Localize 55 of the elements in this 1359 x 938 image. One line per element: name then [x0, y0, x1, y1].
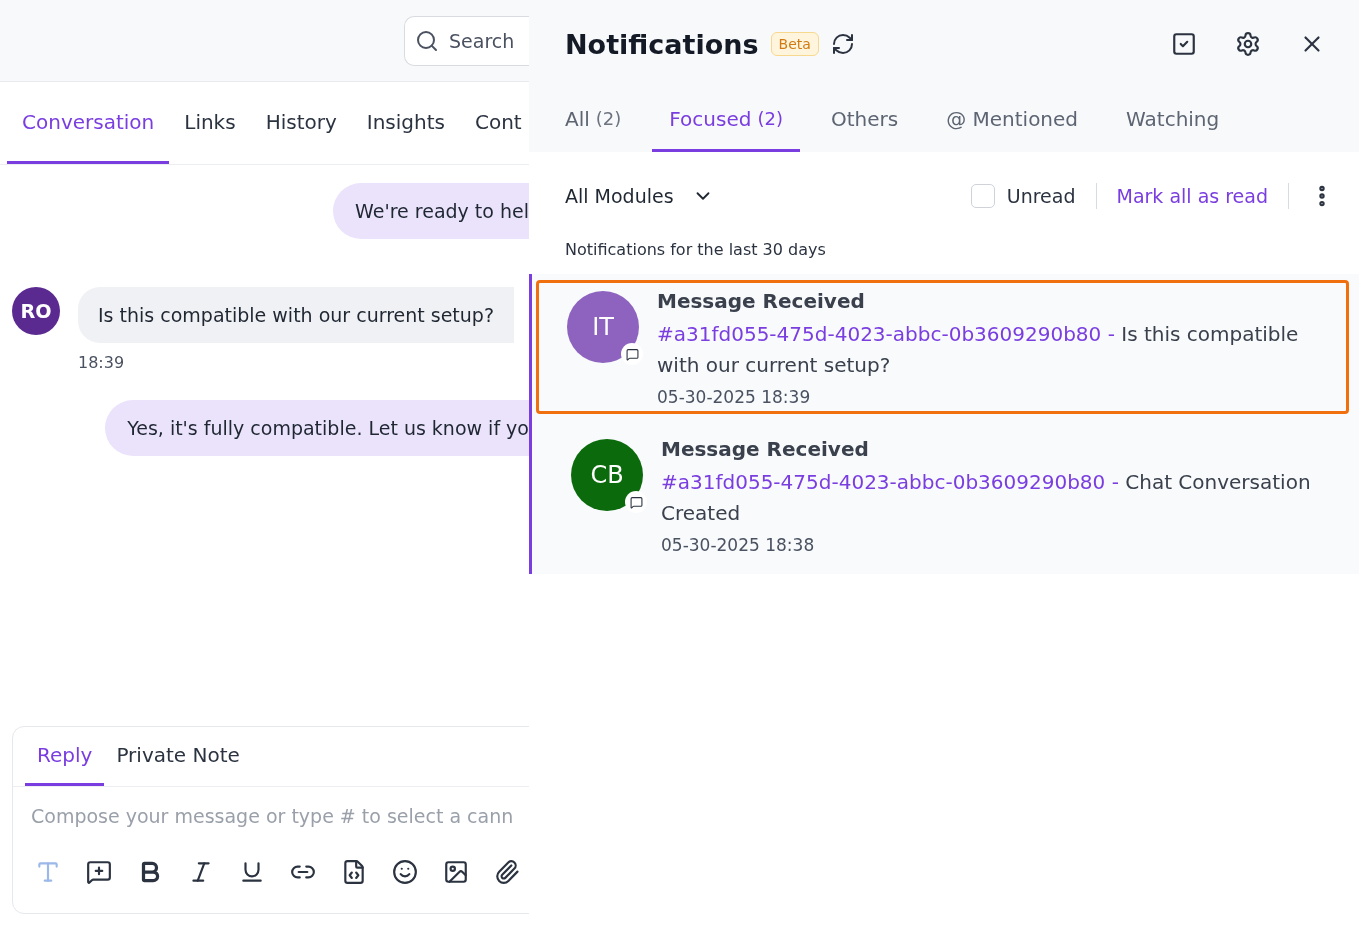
tab-label: Watching — [1126, 106, 1220, 131]
settings-icon[interactable] — [1235, 31, 1261, 57]
chat-icon — [625, 491, 647, 513]
conversation-tab[interactable]: Links — [169, 82, 251, 164]
tab-label: Others — [830, 106, 899, 131]
mark-all-read-link[interactable]: Mark all as read — [1116, 185, 1268, 207]
message-time: 18:39 — [78, 353, 126, 372]
notification-tab[interactable]: @ Mentioned — [929, 88, 1096, 152]
code-document-icon[interactable] — [341, 859, 367, 885]
conversation-link[interactable]: #a31fd055-475d-4023-abbc-0b3609290b80 - — [661, 470, 1119, 494]
conversation-tab[interactable]: Insights — [351, 82, 460, 164]
outgoing-message: Yes, it's fully compatible. Let us know if yo — [105, 400, 529, 456]
user-avatar: RO — [12, 287, 60, 335]
notification-time: 05-30-2025 18:39 — [657, 387, 812, 407]
notification-item[interactable]: IT Message Received #a31fd055-475d-4023-abbc-0b3609290b80 - Is this compatible with our current setup? 05-30-2025 18:39 — [529, 274, 1359, 418]
refresh-icon[interactable] — [830, 32, 855, 56]
conversation-tab[interactable]: Cont — [459, 82, 529, 164]
notifications-caption: Notifications for the last 30 days — [564, 240, 827, 261]
composer-field[interactable]: Reply Private Note Compose your message or type # to select a cann — [12, 726, 529, 914]
notification-title: Message Received — [657, 289, 866, 313]
conversation-tab[interactable]: History — [250, 82, 352, 164]
tab-label: Focused — [669, 106, 752, 131]
notification-text: #a31fd055-475d-4023-abbc-0b3609290b80 - Chat Conversation Created — [661, 469, 1312, 527]
image-icon[interactable] — [443, 859, 469, 885]
notification-item[interactable]: CB Message Received #a31fd055-475d-4023-abbc-0b3609290b80 - Chat Conversation Created 05-30-2025 18:38 — [529, 418, 1359, 574]
notification-text: #a31fd055-475d-4023-abbc-0b3609290b80 - Is this compatible with our current setup? — [657, 321, 1300, 379]
notification-tab[interactable]: Others — [813, 88, 916, 152]
paperclip-icon[interactable] — [494, 859, 520, 885]
module-dropdown[interactable]: All Modules — [565, 185, 714, 207]
comment-plus-icon[interactable] — [86, 859, 112, 885]
tab-count: (2) — [595, 108, 622, 129]
underline-icon[interactable] — [239, 859, 265, 885]
tab-label: @ Mentioned — [946, 106, 1079, 131]
beta-badge: Beta — [770, 32, 819, 56]
composer-tab[interactable]: Private Note — [104, 727, 252, 786]
search-icon — [415, 28, 439, 53]
tab-label: All — [565, 106, 590, 131]
emoji-icon[interactable] — [392, 859, 418, 885]
notification-title: Message Received — [661, 437, 870, 461]
search-field[interactable]: Search — [404, 15, 529, 66]
notification-tab[interactable]: Watching — [1109, 88, 1237, 152]
notification-tab[interactable]: All (2) — [548, 88, 639, 152]
notification-time: 05-30-2025 18:38 — [661, 535, 816, 555]
chat-icon — [621, 343, 643, 365]
unread-label: Unread — [1006, 185, 1076, 207]
tab-count: (2) — [757, 108, 783, 129]
unread-checkbox[interactable] — [970, 184, 995, 208]
panel-title: Notifications — [565, 28, 759, 60]
checkbox-icon[interactable] — [1171, 31, 1197, 57]
incoming-message: Is this compatible with our current setup? — [78, 287, 514, 343]
conversation-tab[interactable]: Conversation — [7, 82, 170, 164]
outgoing-message: We're ready to hel — [333, 183, 529, 239]
notification-tab[interactable]: Focused (2) — [652, 88, 800, 152]
search-input[interactable]: Search — [447, 28, 527, 53]
conversation-link[interactable]: #a31fd055-475d-4023-abbc-0b3609290b80 - — [657, 322, 1115, 346]
